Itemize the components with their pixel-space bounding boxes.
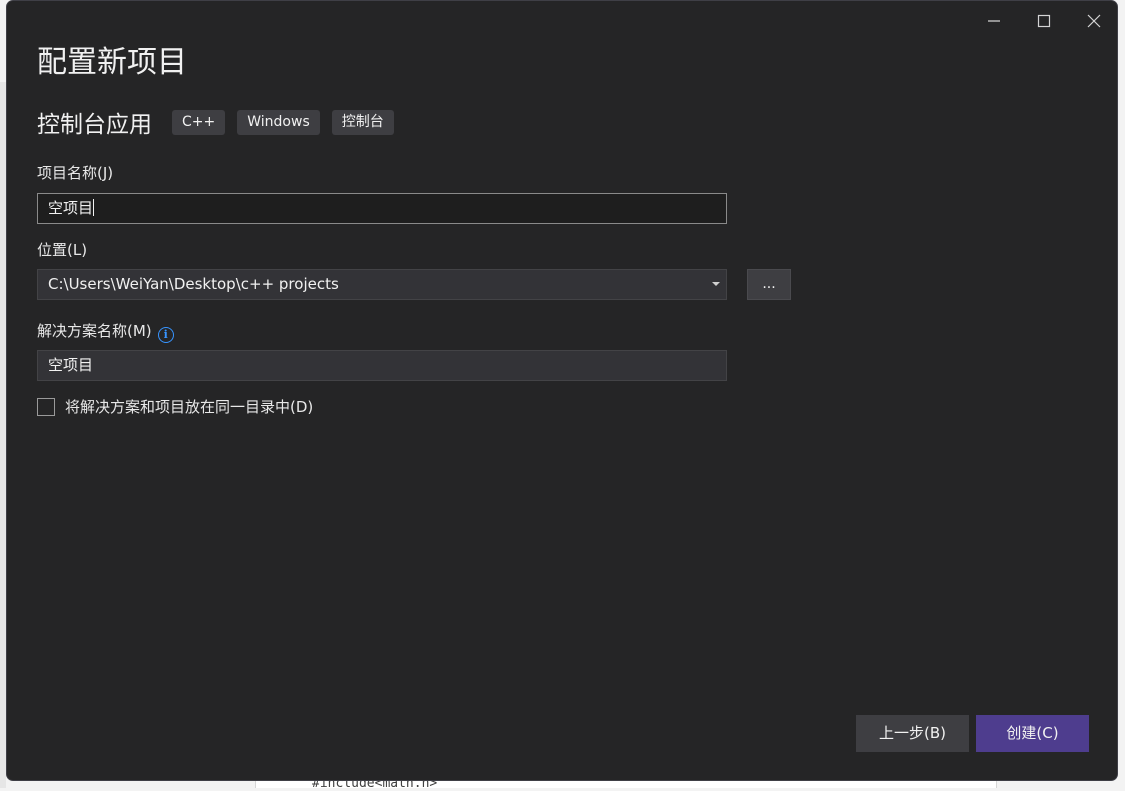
- maximize-icon: [1037, 14, 1051, 28]
- minimize-icon: [988, 20, 1000, 22]
- project-name-value: 空项目: [48, 199, 94, 217]
- create-button[interactable]: 创建(C): [976, 715, 1089, 752]
- solution-name-label-row: 解决方案名称(M) i: [37, 320, 174, 343]
- location-value: C:\Users\WeiYan\Desktop\c++ projects: [48, 275, 339, 293]
- solution-name-input[interactable]: 空项目: [37, 350, 727, 381]
- tag-cpp: C++: [172, 109, 226, 135]
- tag-windows: Windows: [237, 109, 320, 135]
- close-button[interactable]: [1069, 7, 1117, 35]
- solution-name-label: 解决方案名称(M): [37, 322, 152, 340]
- project-name-input[interactable]: 空项目: [37, 193, 727, 224]
- text-caret: [93, 199, 95, 216]
- info-icon[interactable]: i: [157, 327, 174, 343]
- back-button[interactable]: 上一步(B): [856, 715, 969, 752]
- location-combobox[interactable]: C:\Users\WeiYan\Desktop\c++ projects: [37, 269, 727, 300]
- browse-button[interactable]: ...: [747, 269, 791, 300]
- same-directory-option[interactable]: 将解决方案和项目放在同一目录中(D): [37, 396, 313, 417]
- template-name: 控制台应用: [37, 112, 152, 138]
- close-icon: [1087, 14, 1101, 28]
- maximize-button[interactable]: [1019, 7, 1069, 35]
- solution-name-value: 空项目: [48, 356, 94, 374]
- template-header: 控制台应用 C++ Windows 控制台: [37, 105, 406, 139]
- dialog-title: 配置新项目: [37, 45, 187, 80]
- tag-console: 控制台: [331, 109, 394, 135]
- project-name-label: 项目名称(J): [37, 164, 114, 182]
- same-directory-label: 将解决方案和项目放在同一目录中(D): [65, 398, 314, 416]
- same-directory-checkbox[interactable]: [37, 397, 55, 416]
- location-label: 位置(L): [37, 241, 88, 259]
- minimize-button[interactable]: [969, 7, 1019, 35]
- dropdown-arrow-icon[interactable]: [712, 282, 720, 286]
- configure-project-dialog: 配置新项目 控制台应用 C++ Windows 控制台 项目名称(J) 空项目 …: [6, 0, 1118, 781]
